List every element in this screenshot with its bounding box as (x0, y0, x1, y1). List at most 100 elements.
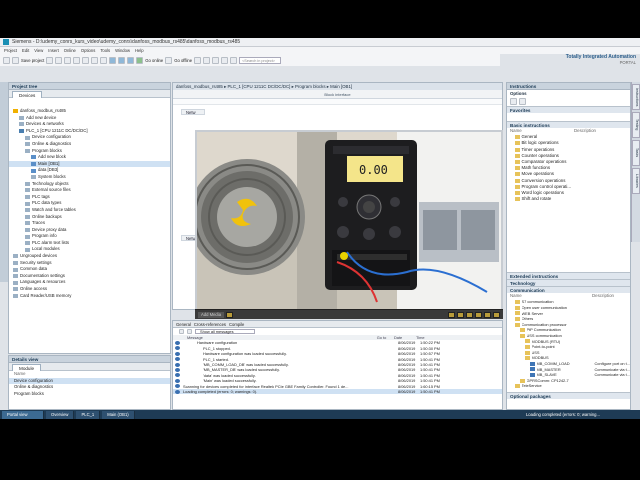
technology-section[interactable]: Technology (507, 279, 630, 287)
tree-item[interactable]: Documentation settings (9, 273, 170, 280)
save-project-button[interactable]: Save project (21, 58, 44, 63)
cut-icon[interactable] (55, 56, 63, 64)
tree-item[interactable]: Watch and force tables (9, 207, 170, 214)
menu-window[interactable]: Window (115, 48, 130, 53)
tree-item[interactable]: PLC tags (9, 194, 170, 201)
tree-item[interactable]: System blocks (9, 174, 170, 181)
details-item-online-diagnostics[interactable]: Online & diagnostics (9, 384, 170, 391)
tree-item[interactable]: Languages & resources (9, 279, 170, 286)
tree-item[interactable]: Main [OB1] (9, 160, 170, 168)
media-fullscreen-icon[interactable] (493, 311, 500, 318)
tree-item[interactable]: Device proxy data (9, 227, 170, 234)
project-tree-collapse-strip[interactable] (0, 82, 8, 282)
tree-item[interactable]: Online & diagnostics (9, 141, 170, 148)
add-media-label[interactable]: Add Media (198, 311, 225, 318)
embedded-video-frame[interactable]: 0.00 (195, 130, 503, 318)
tree-item[interactable]: PLC alarm text lists (9, 240, 170, 247)
menu-view[interactable]: View (34, 48, 43, 53)
instructions-search-icon[interactable] (519, 98, 526, 105)
download-icon[interactable] (118, 56, 126, 64)
media-stop-icon[interactable] (475, 311, 482, 318)
menu-project[interactable]: Project (4, 48, 17, 53)
tree-item[interactable]: Technology objects (9, 181, 170, 188)
go-offline-button[interactable]: Go offline (174, 58, 192, 63)
undo-icon[interactable] (91, 56, 99, 64)
tree-item[interactable]: PLC data types (9, 200, 170, 207)
media-next-icon[interactable] (466, 311, 473, 318)
menu-edit[interactable]: Edit (22, 48, 29, 53)
tree-item[interactable]: Online backups (9, 214, 170, 221)
optional-packages-section[interactable]: Optional packages (507, 391, 630, 399)
tree-item[interactable]: Card Reader/USB memory (9, 293, 170, 300)
accessible-devices-icon[interactable] (194, 56, 202, 64)
media-prev-icon[interactable] (448, 311, 455, 318)
filter-error-icon[interactable] (179, 329, 184, 334)
message-row[interactable]: Loading completed (errors: 0; warnings: … (173, 388, 502, 395)
communication-section[interactable]: Communication (507, 286, 630, 294)
tab-cross-references[interactable]: Cross-references (194, 321, 226, 327)
paste-icon[interactable] (73, 56, 81, 64)
tree-item[interactable]: data [DB3] (9, 167, 170, 174)
tree-item[interactable]: Local modules (9, 246, 170, 253)
menu-options[interactable]: Options (81, 48, 95, 53)
tree-item[interactable]: Device configuration (9, 134, 170, 141)
tree-item[interactable]: Add new device (9, 115, 170, 122)
search-in-project-input[interactable]: <Search in project> (239, 56, 282, 64)
instructions-view-icon[interactable] (510, 98, 517, 105)
go-offline-icon[interactable] (165, 56, 173, 64)
vtab-libraries[interactable]: Libraries (632, 168, 640, 194)
tree-item[interactable]: Devices & networks (9, 121, 170, 128)
tab-general[interactable]: General (176, 321, 191, 327)
vtab-instructions[interactable]: Instructions (632, 84, 640, 110)
tree-item[interactable]: PLC_1 [CPU 1211C DC/DC/DC] (9, 128, 170, 135)
menu-insert[interactable]: Insert (48, 48, 58, 53)
tree-item[interactable]: Add new block (9, 154, 170, 161)
print-icon[interactable] (46, 56, 54, 64)
compile-icon[interactable] (109, 56, 117, 64)
tree-item[interactable]: External source files (9, 187, 170, 194)
split-horizontal-icon[interactable] (221, 56, 229, 64)
tree-item[interactable]: Security settings (9, 260, 170, 267)
start-cpu-icon[interactable] (203, 56, 211, 64)
tree-item[interactable]: Traces (9, 220, 170, 227)
menu-online[interactable]: Online (64, 48, 76, 53)
tree-item[interactable]: danfoss_modbus_rs485 (9, 108, 170, 115)
extended-instructions-section[interactable]: Extended instructions (507, 272, 630, 280)
menu-help[interactable]: Help (135, 48, 144, 53)
new-project-icon[interactable] (3, 56, 10, 64)
tab-devices[interactable]: Devices (12, 91, 43, 98)
media-play-icon[interactable] (457, 311, 464, 318)
redo-icon[interactable] (100, 56, 108, 64)
communication-item[interactable]: TeleService (507, 383, 630, 389)
tree-item[interactable]: Common data (9, 266, 170, 273)
favorites-section[interactable]: Favorites (507, 106, 630, 113)
media-settings-icon[interactable] (226, 311, 234, 318)
taskbar-plc1[interactable]: PLC_1 (76, 410, 101, 419)
tree-item[interactable]: Online access (9, 286, 170, 293)
tree-item[interactable]: Ungrouped devices (9, 253, 170, 260)
tab-compile[interactable]: Compile (229, 321, 244, 327)
tree-item[interactable]: Program blocks (9, 148, 170, 155)
go-online-icon[interactable] (136, 56, 144, 64)
show-messages-select[interactable]: Show all messages (195, 329, 255, 334)
tab-module[interactable]: Module (12, 364, 42, 371)
taskbar-main-ob1[interactable]: Main (OB1) (102, 410, 135, 419)
upload-icon[interactable] (127, 56, 135, 64)
delete-icon[interactable] (82, 56, 90, 64)
details-item-device-configuration[interactable]: Device configuration (9, 377, 170, 385)
menu-tools[interactable]: Tools (100, 48, 110, 53)
portal-view-button[interactable]: Portal view (2, 410, 44, 419)
block-interface-bar[interactable]: Block interface (173, 90, 502, 99)
vtab-testing[interactable]: Testing (632, 112, 640, 138)
tree-item[interactable]: Program info (9, 233, 170, 240)
go-online-button[interactable]: Go online (145, 58, 163, 63)
stop-cpu-icon[interactable] (212, 56, 220, 64)
media-volume-icon[interactable] (484, 311, 491, 318)
open-project-icon[interactable] (12, 56, 19, 64)
filter-warning-icon[interactable] (187, 329, 192, 334)
split-vertical-icon[interactable] (230, 56, 238, 64)
vtab-tasks[interactable]: Tasks (632, 140, 640, 166)
taskbar-overview[interactable]: Overview (46, 410, 75, 419)
details-item-program-blocks[interactable]: Program blocks (9, 391, 170, 398)
basic-instructions-section[interactable]: Basic instructions (507, 121, 630, 128)
